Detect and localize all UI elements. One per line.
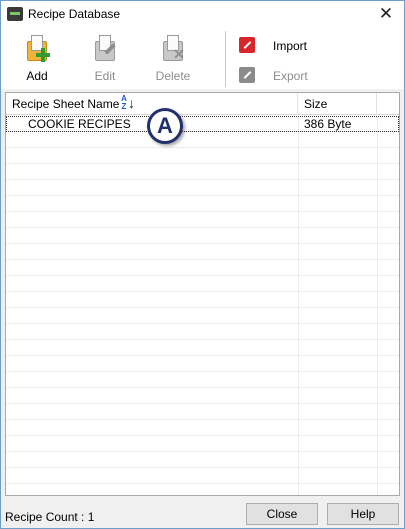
import-icon: [239, 37, 255, 53]
window-title: Recipe Database: [28, 7, 121, 21]
footer: Recipe Count : 1 Close Help: [1, 500, 404, 528]
toolbar-divider: [225, 31, 226, 87]
callout-badge-a: A: [147, 108, 183, 144]
delete-button[interactable]: ✕ Delete: [150, 33, 196, 87]
table-row[interactable]: COOKIE RECIPES 386 Byte: [6, 116, 399, 132]
recipe-size-cell: 386 Byte: [304, 117, 352, 131]
add-button[interactable]: Add: [14, 33, 60, 87]
add-folder-icon: [25, 35, 50, 63]
edit-label: Edit: [94, 69, 116, 83]
recipe-count: Recipe Count : 1: [5, 510, 95, 524]
close-button[interactable]: Close: [246, 503, 318, 525]
edit-button[interactable]: Edit: [82, 33, 128, 87]
recipe-database-window: Recipe Database ✕ Add Edit ✕ Delete Impo…: [0, 0, 405, 529]
column-divider: [298, 116, 299, 495]
column-header-size[interactable]: Size: [298, 93, 377, 115]
app-icon: [7, 7, 23, 21]
add-label: Add: [26, 69, 48, 83]
delete-label: Delete: [155, 69, 191, 83]
column-divider: [377, 116, 378, 495]
list-rows: [6, 116, 399, 495]
window-close-icon[interactable]: ✕: [378, 4, 394, 24]
export-label: Export: [273, 69, 308, 83]
title-bar: Recipe Database ✕: [1, 1, 404, 29]
recipe-list[interactable]: Recipe Sheet Name A Z ↓ Size COOKIE RECI…: [5, 92, 400, 496]
import-label: Import: [273, 39, 308, 53]
edit-icon: [93, 35, 117, 63]
toolbar: Add Edit ✕ Delete Import Export: [1, 29, 404, 89]
recipe-name-cell: COOKIE RECIPES: [28, 117, 131, 131]
export-icon: [239, 67, 255, 83]
help-button[interactable]: Help: [327, 503, 399, 525]
delete-icon: ✕: [161, 35, 185, 63]
sort-az-icon[interactable]: A Z ↓: [116, 93, 136, 115]
list-header: Recipe Sheet Name A Z ↓ Size: [6, 93, 399, 115]
